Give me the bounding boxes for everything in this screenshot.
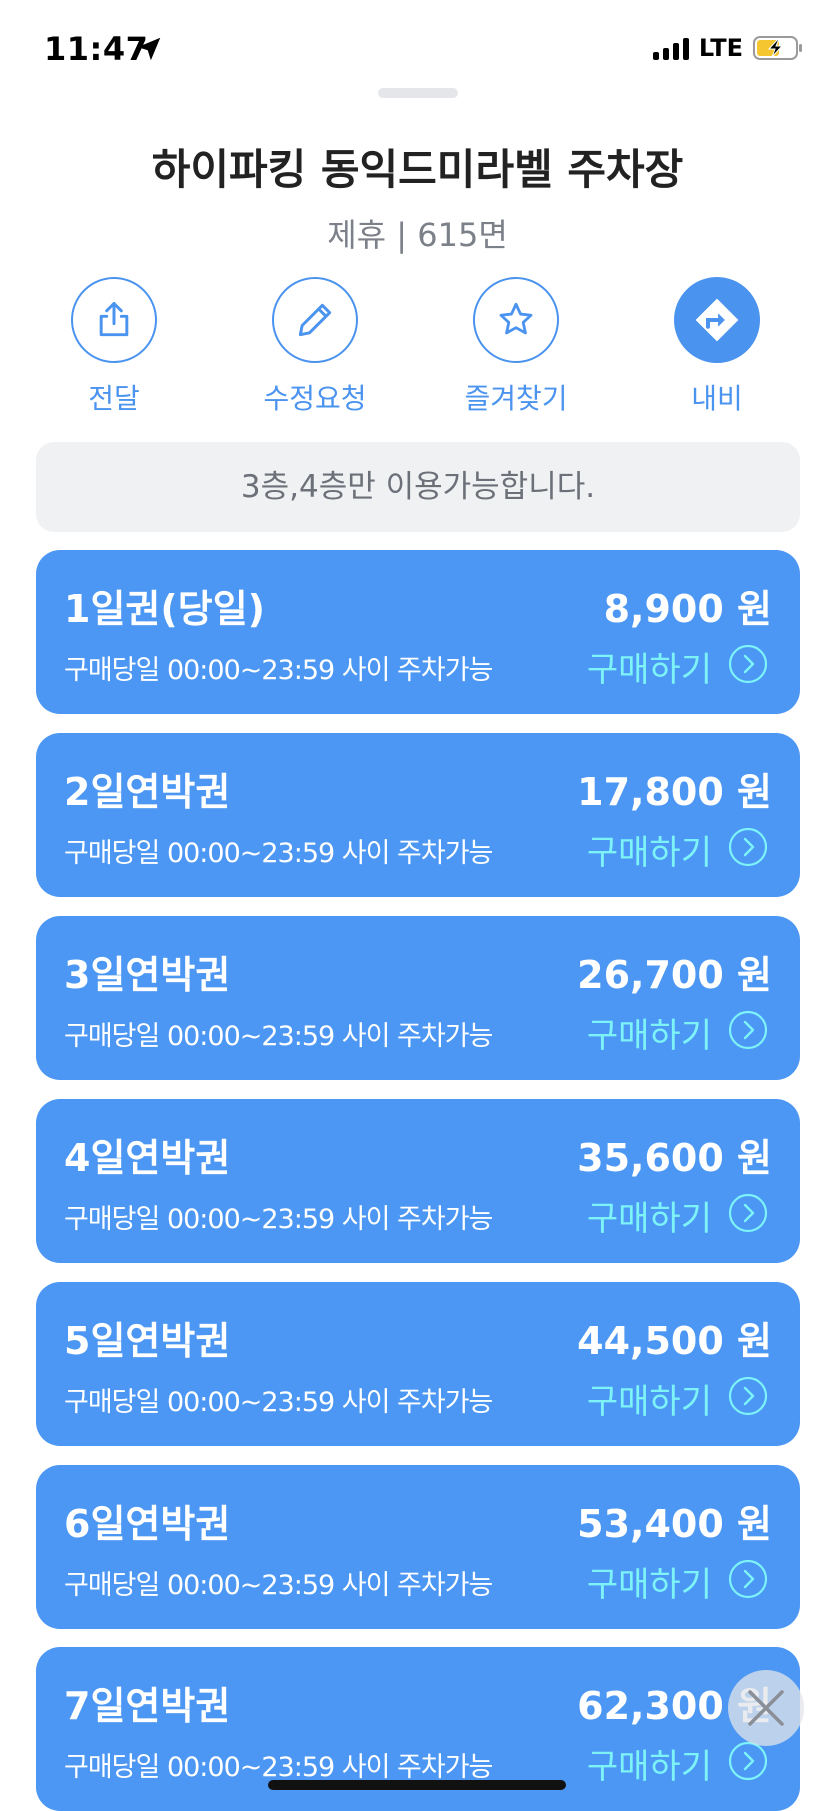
- navigation-icon: [695, 298, 739, 342]
- buy-button[interactable]: 구매하기: [587, 825, 712, 874]
- ticket-card[interactable]: 5일연박권 44,500 원 구매당일 00:00~23:59 사이 주차가능 …: [36, 1282, 800, 1446]
- ticket-name: 2일연박권: [64, 770, 231, 814]
- ticket-description: 구매당일 00:00~23:59 사이 주차가능: [64, 1204, 493, 1235]
- ticket-card[interactable]: 3일연박권 26,700 원 구매당일 00:00~23:59 사이 주차가능 …: [36, 916, 800, 1080]
- ticket-description: 구매당일 00:00~23:59 사이 주차가능: [64, 838, 493, 869]
- notice-banner: 3층,4층만 이용가능합니다.: [36, 442, 800, 532]
- status-indicators: LTE: [652, 34, 803, 62]
- ticket-description: 구매당일 00:00~23:59 사이 주차가능: [64, 1387, 493, 1418]
- chevron-right-circle-icon[interactable]: [728, 827, 768, 867]
- ticket-price: 44,500 원: [577, 1319, 772, 1363]
- ticket-description: 구매당일 00:00~23:59 사이 주차가능: [64, 1570, 493, 1601]
- ticket-name: 7일연박권: [64, 1684, 231, 1728]
- buy-button[interactable]: 구매하기: [587, 1739, 712, 1788]
- edit-request-label: 수정요청: [263, 382, 367, 415]
- ticket-description: 구매당일 00:00~23:59 사이 주차가능: [64, 1021, 493, 1052]
- ticket-price: 17,800 원: [577, 770, 772, 814]
- ticket-description: 구매당일 00:00~23:59 사이 주차가능: [64, 1752, 493, 1783]
- cellular-signal-icon: [652, 36, 689, 60]
- buy-button[interactable]: 구매하기: [587, 1191, 712, 1240]
- ticket-name: 5일연박권: [64, 1319, 231, 1363]
- chevron-right-circle-icon[interactable]: [728, 1193, 768, 1233]
- status-bar: 11:47 LTE: [0, 0, 835, 100]
- page-title: 하이파킹 동익드미라벨 주차장: [151, 145, 684, 194]
- ticket-price: 53,400 원: [577, 1502, 772, 1546]
- action-bar: 전달 수정요청 즐겨찾기 내비: [0, 277, 835, 417]
- navigation-label: 내비: [691, 382, 743, 415]
- share-icon: [99, 302, 129, 337]
- pencil-icon: [298, 303, 332, 337]
- ticket-card[interactable]: 6일연박권 53,400 원 구매당일 00:00~23:59 사이 주차가능 …: [36, 1465, 800, 1629]
- ticket-description: 구매당일 00:00~23:59 사이 주차가능: [64, 655, 493, 686]
- chevron-right-circle-icon[interactable]: [728, 1741, 768, 1781]
- home-indicator: [268, 1780, 566, 1790]
- close-button[interactable]: [728, 1670, 804, 1746]
- chevron-right-circle-icon[interactable]: [728, 1559, 768, 1599]
- chevron-right-circle-icon[interactable]: [728, 1010, 768, 1050]
- status-time: 11:47: [44, 30, 149, 68]
- ticket-name: 6일연박권: [64, 1502, 231, 1546]
- ticket-name: 3일연박권: [64, 953, 231, 997]
- star-icon: [499, 302, 533, 335]
- ticket-name: 4일연박권: [64, 1136, 231, 1180]
- ticket-card[interactable]: 1일권(당일) 8,900 원 구매당일 00:00~23:59 사이 주차가능…: [36, 550, 800, 714]
- ticket-price: 8,900 원: [603, 587, 772, 631]
- favorite-button[interactable]: 즐겨찾기: [426, 277, 606, 417]
- share-label: 전달: [88, 382, 140, 415]
- edit-request-button[interactable]: 수정요청: [225, 277, 405, 417]
- network-type: LTE: [698, 34, 743, 62]
- navigation-button[interactable]: 내비: [627, 277, 807, 417]
- page-subtitle: 제휴 | 615면: [327, 216, 508, 254]
- ticket-card[interactable]: 4일연박권 35,600 원 구매당일 00:00~23:59 사이 주차가능 …: [36, 1099, 800, 1263]
- ticket-price: 35,600 원: [577, 1136, 772, 1180]
- buy-button[interactable]: 구매하기: [587, 1374, 712, 1423]
- location-arrow-icon: [137, 37, 161, 61]
- sheet-grabber-handle[interactable]: [378, 88, 458, 98]
- share-button[interactable]: 전달: [24, 277, 204, 417]
- chevron-right-circle-icon[interactable]: [728, 644, 768, 684]
- ticket-name: 1일권(당일): [64, 587, 266, 631]
- battery-charging-icon: [753, 36, 802, 60]
- ticket-card[interactable]: 2일연박권 17,800 원 구매당일 00:00~23:59 사이 주차가능 …: [36, 733, 800, 897]
- buy-button[interactable]: 구매하기: [587, 1008, 712, 1057]
- chevron-right-circle-icon[interactable]: [728, 1376, 768, 1416]
- buy-button[interactable]: 구매하기: [587, 1557, 712, 1606]
- buy-button[interactable]: 구매하기: [587, 642, 712, 691]
- ticket-price: 26,700 원: [577, 953, 772, 997]
- close-icon: [748, 1690, 784, 1726]
- favorite-label: 즐겨찾기: [464, 382, 568, 415]
